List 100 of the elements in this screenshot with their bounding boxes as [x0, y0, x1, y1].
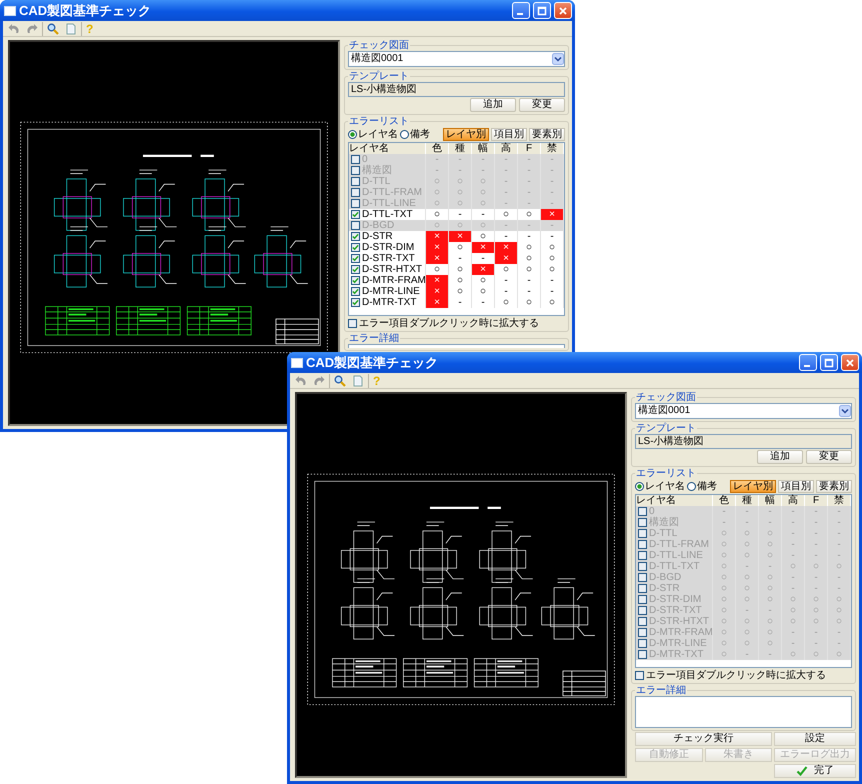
result-cell: ○	[426, 220, 448, 231]
radio-option[interactable]: 備考	[687, 479, 717, 493]
result-cell: ○	[518, 242, 540, 253]
search-icon[interactable]	[45, 22, 61, 36]
column-header: 色	[712, 495, 736, 506]
action-button[interactable]: 設定	[774, 732, 856, 746]
layer-checkbox[interactable]	[351, 177, 360, 186]
minimize-button[interactable]	[512, 2, 530, 19]
result-cell: ○	[472, 176, 494, 187]
close-icon	[845, 358, 855, 368]
layer-checkbox[interactable]	[638, 551, 647, 560]
result-cell: ○	[828, 561, 850, 572]
radio-option[interactable]: レイヤ名	[635, 479, 685, 493]
action-button[interactable]: チェック実行	[635, 732, 772, 746]
layer-checkbox[interactable]	[638, 540, 647, 549]
result-cell: ×	[426, 286, 448, 297]
result-cell: ○	[712, 550, 736, 561]
zoom-checkbox[interactable]: エラー項目ダブルクリック時に拡大する	[348, 317, 565, 329]
template-button[interactable]: 追加	[757, 450, 803, 464]
template-button[interactable]: 追加	[470, 98, 516, 112]
minimize-icon	[804, 364, 810, 366]
layer-checkbox[interactable]	[351, 155, 360, 164]
error-detail-field[interactable]	[635, 696, 852, 728]
radio-option[interactable]: 備考	[400, 127, 430, 141]
result-cell: -	[518, 154, 540, 165]
column-header: 色	[426, 143, 448, 154]
layer-checkbox[interactable]	[351, 232, 360, 241]
layer-checkbox[interactable]	[638, 606, 647, 615]
view-tab[interactable]: 項目別	[491, 128, 527, 140]
layer-checkbox[interactable]	[638, 617, 647, 626]
action-button[interactable]: 完了	[774, 764, 856, 778]
close-button[interactable]	[554, 2, 572, 19]
layer-checkbox[interactable]	[351, 210, 360, 219]
template-button[interactable]: 変更	[806, 450, 852, 464]
result-cell: -	[804, 517, 828, 528]
close-icon	[558, 6, 568, 16]
layer-checkbox[interactable]	[638, 562, 647, 571]
layer-checkbox[interactable]	[351, 199, 360, 208]
result-cell: ○	[540, 297, 564, 308]
result-cell: -	[828, 627, 850, 638]
layer-checkbox[interactable]	[351, 166, 360, 175]
layer-checkbox[interactable]	[638, 584, 647, 593]
result-cell: -	[828, 550, 850, 561]
result-cell: ○	[426, 176, 448, 187]
layer-checkbox[interactable]	[351, 276, 360, 285]
layer-name: D-BGD	[362, 220, 394, 231]
layer-checkbox[interactable]	[638, 639, 647, 648]
result-cell: ○	[472, 231, 494, 242]
result-cell: -	[494, 275, 518, 286]
result-cell: -	[494, 187, 518, 198]
result-cell: -	[782, 638, 804, 649]
result-cell: ○	[736, 627, 758, 638]
layer-checkbox[interactable]	[351, 243, 360, 252]
result-cell: -	[448, 209, 472, 220]
view-tab[interactable]: 要素別	[529, 128, 565, 140]
layer-checkbox[interactable]	[351, 221, 360, 230]
result-cell: -	[804, 506, 828, 517]
radio-option[interactable]: レイヤ名	[348, 127, 398, 141]
result-cell: -	[540, 154, 564, 165]
view-tab[interactable]: 項目別	[778, 480, 814, 492]
layer-checkbox[interactable]	[638, 595, 647, 604]
layer-name: 構造図	[649, 517, 679, 528]
group-label: テンプレート	[348, 71, 410, 82]
result-cell: -	[518, 165, 540, 176]
layer-checkbox[interactable]	[351, 287, 360, 296]
layer-checkbox[interactable]	[638, 628, 647, 637]
result-cell: ○	[426, 209, 448, 220]
layer-name: 構造図	[362, 165, 392, 176]
result-cell: ○	[782, 561, 804, 572]
result-cell: ○	[736, 572, 758, 583]
result-cell: ○	[494, 297, 518, 308]
layer-checkbox[interactable]	[638, 507, 647, 516]
zoom-checkbox[interactable]: エラー項目ダブルクリック時に拡大する	[635, 669, 852, 681]
result-cell: -	[518, 198, 540, 209]
layer-checkbox[interactable]	[351, 298, 360, 307]
maximize-button[interactable]	[533, 2, 551, 19]
drawing-dropdown[interactable]: 構造図0001	[348, 51, 565, 67]
view-tab[interactable]: レイヤ別	[730, 480, 776, 492]
layer-checkbox[interactable]	[638, 573, 647, 582]
result-cell: ○	[828, 616, 850, 627]
layer-name: D-TTL	[649, 528, 678, 539]
layer-checkbox[interactable]	[351, 254, 360, 263]
error-detail-field[interactable]	[348, 344, 565, 348]
layer-checkbox[interactable]	[351, 265, 360, 274]
maximize-button[interactable]	[820, 354, 838, 371]
layer-checkbox[interactable]	[638, 650, 647, 659]
group-label: エラーリスト	[348, 116, 410, 127]
close-button[interactable]	[841, 354, 859, 371]
result-cell: -	[540, 176, 564, 187]
minimize-button[interactable]	[799, 354, 817, 371]
layer-checkbox[interactable]	[638, 529, 647, 538]
group-label: チェック図面	[348, 40, 410, 51]
template-button[interactable]: 変更	[519, 98, 565, 112]
drawing-dropdown[interactable]: 構造図0001	[635, 403, 852, 419]
result-cell: -	[518, 286, 540, 297]
layer-checkbox[interactable]	[351, 188, 360, 197]
layer-checkbox[interactable]	[638, 518, 647, 527]
view-tab[interactable]: レイヤ別	[443, 128, 489, 140]
view-tab[interactable]: 要素別	[816, 480, 852, 492]
search-icon[interactable]	[332, 374, 348, 388]
